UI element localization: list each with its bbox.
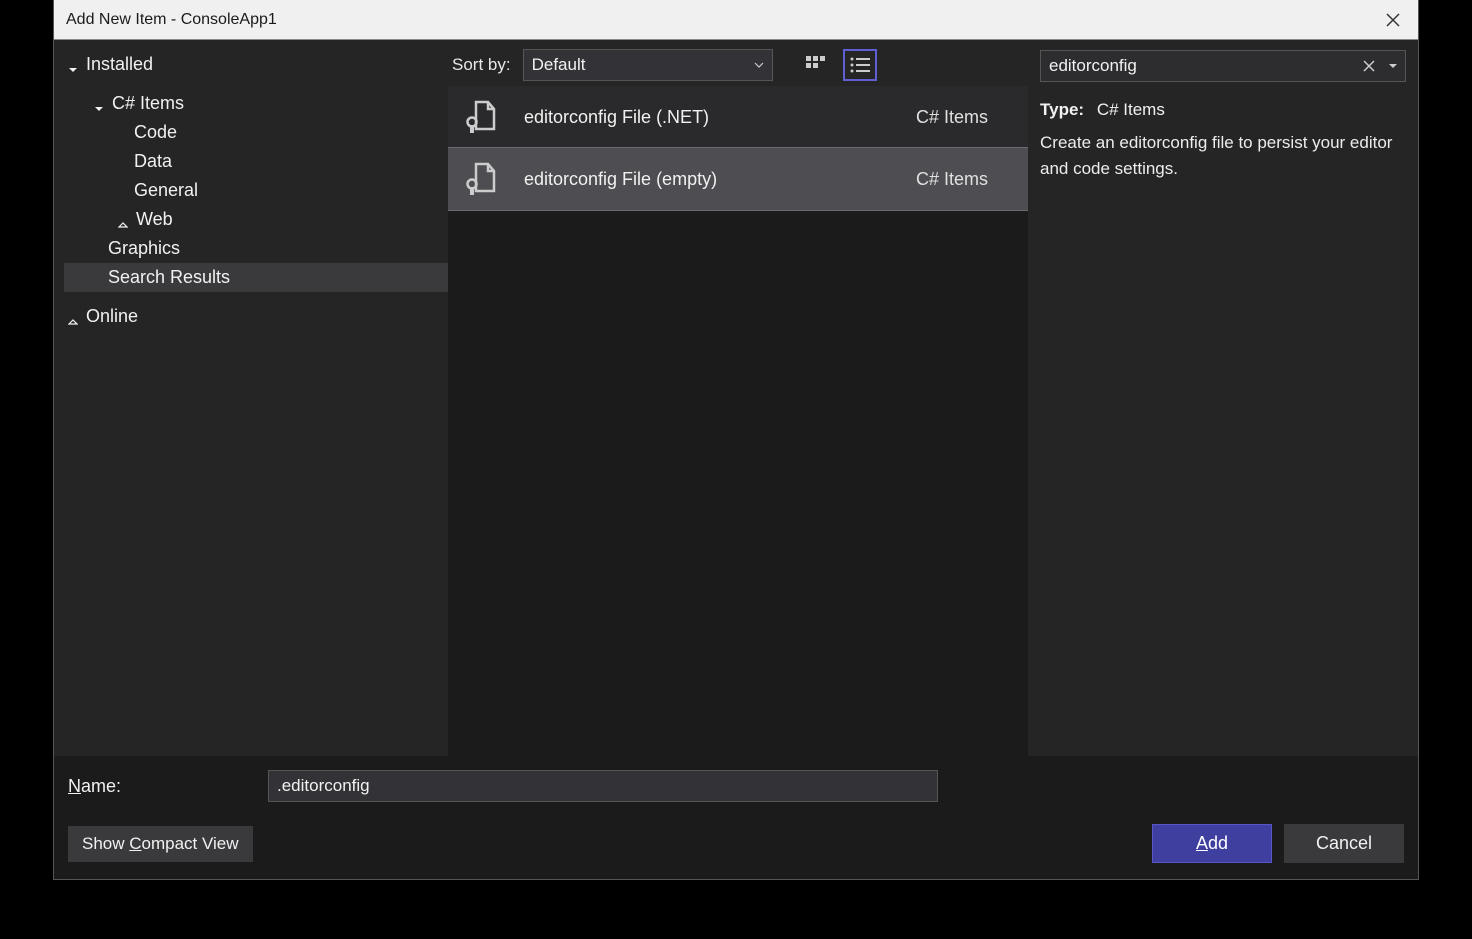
tree-label: General [134,180,198,201]
close-icon [1386,13,1400,27]
template-list: editorconfig File (.NET) C# Items editor… [448,86,1028,756]
details-panel: Type: C# Items Create an editorconfig fi… [1028,40,1418,756]
search-input[interactable] [1041,56,1357,76]
tree-item-code[interactable]: Code [64,118,448,147]
config-file-icon [458,158,500,200]
tree-label: Code [134,122,177,143]
add-new-item-dialog: Add New Item - ConsoleApp1 Installed C# … [53,0,1419,880]
list-icon [850,57,870,73]
center-panel: Sort by: Default [448,40,1028,756]
clear-search-button[interactable] [1357,60,1381,72]
name-label: Name: [68,776,258,797]
type-value: C# Items [1097,100,1165,119]
chevron-down-icon [68,59,80,71]
tree-item-general[interactable]: General [64,176,448,205]
item-name: editorconfig File (empty) [524,169,892,190]
sort-by-value: Default [532,55,586,75]
tree-label: C# Items [112,93,184,114]
tree-label: Data [134,151,172,172]
tree-item-csharp-items[interactable]: C# Items [64,89,448,118]
type-row: Type: C# Items [1040,100,1406,120]
list-item[interactable]: editorconfig File (.NET) C# Items [448,86,1028,148]
dialog-footer: Name: Show Compact View Add Cancel [54,756,1418,879]
tree-label: Online [86,306,138,327]
view-details-button[interactable] [843,49,877,81]
titlebar: Add New Item - ConsoleApp1 [54,0,1418,40]
tree-label: Web [136,209,173,230]
tree-label: Search Results [108,267,230,288]
sort-by-dropdown[interactable]: Default [523,49,773,81]
tree-item-online[interactable]: Online [64,302,448,331]
add-button[interactable]: Add [1152,824,1272,863]
view-large-icons-button[interactable] [799,49,833,81]
close-button[interactable] [1378,5,1408,35]
cancel-button[interactable]: Cancel [1284,824,1404,863]
tree-item-web[interactable]: Web [64,205,448,234]
show-compact-view-button[interactable]: Show Compact View [68,826,253,862]
tree-label: Graphics [108,238,180,259]
chevron-down-icon [94,98,106,110]
item-category: C# Items [916,169,988,190]
search-history-dropdown[interactable] [1381,61,1405,71]
description-text: Create an editorconfig file to persist y… [1040,130,1406,181]
sort-by-label: Sort by: [452,55,511,75]
list-item[interactable]: editorconfig File (empty) C# Items [448,148,1028,210]
search-box[interactable] [1040,50,1406,82]
window-title: Add New Item - ConsoleApp1 [66,11,277,29]
chevron-down-icon [1388,61,1398,71]
tree-item-data[interactable]: Data [64,147,448,176]
chevron-down-icon [754,60,764,70]
item-name: editorconfig File (.NET) [524,107,892,128]
chevron-right-icon [118,214,130,226]
tree-item-graphics[interactable]: Graphics [64,234,448,263]
name-input[interactable] [268,770,938,802]
chevron-right-icon [68,311,80,323]
item-category: C# Items [916,107,988,128]
tree-label: Installed [86,54,153,75]
name-row: Name: [68,770,1404,802]
list-toolbar: Sort by: Default [448,40,1028,86]
right-buttons: Add Cancel [1152,824,1404,863]
tree-item-installed[interactable]: Installed [64,50,448,79]
tree-item-search-results[interactable]: Search Results [64,263,448,292]
footer-buttons: Show Compact View Add Cancel [68,824,1404,863]
type-label: Type: [1040,100,1084,119]
close-icon [1363,60,1375,72]
config-file-icon [458,96,500,138]
category-tree: Installed C# Items Code Data General [54,40,448,756]
grid-icon [806,56,826,74]
dialog-body: Installed C# Items Code Data General [54,40,1418,756]
